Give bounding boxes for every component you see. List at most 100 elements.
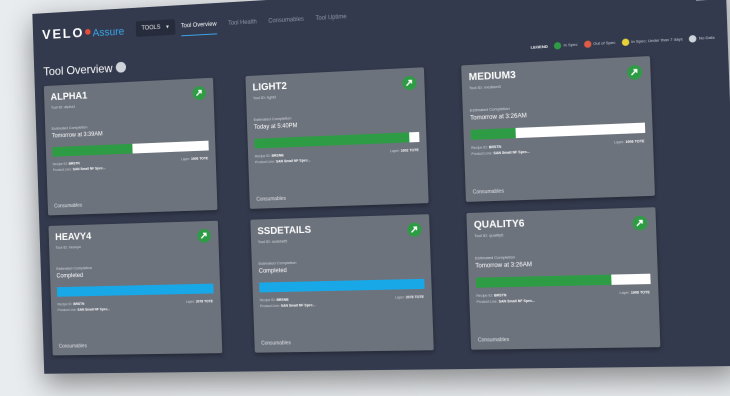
progress-fill: [254, 132, 410, 149]
progress-bar: [259, 278, 425, 293]
tool-card-quality6[interactable]: QUALITY6 Tool ID: quality6 Estimated Com…: [466, 207, 661, 350]
layer-total: Layer: 1906 TOTE: [614, 139, 645, 145]
user-icon[interactable]: [693, 0, 713, 4]
legend-item: In Spec: [553, 41, 578, 50]
recipe-id: Recipe ID: BRSTN: [57, 301, 85, 307]
product-line: Product Line: SAN Small NF Spec...: [259, 303, 316, 309]
consumables-link[interactable]: Consumables: [54, 203, 82, 210]
status-arrow-icon[interactable]: [407, 222, 422, 237]
estimated-completion-label: Estimated Completion: [474, 254, 516, 261]
estimated-completion-value: Completed: [258, 268, 287, 275]
tool-name: QUALITY6: [473, 218, 525, 232]
estimated-completion-value: Tomorrow at 3:39AM: [51, 131, 103, 140]
product-line: Product Line: SAN Small NF Spec...: [52, 166, 106, 173]
brand-dot: [85, 28, 91, 35]
progress-fill: [475, 274, 612, 288]
brand-logo[interactable]: VELO Assure: [42, 22, 125, 42]
layer-total: Layer: 1906 TOTE: [180, 156, 209, 162]
tool-id: Tool ID: quality6: [474, 232, 504, 239]
layer-total: Layer: 1902 TOTE: [389, 148, 419, 154]
product-line: Product Line: SAN Small NF Spec...: [476, 298, 536, 305]
brand-name: VELO: [41, 24, 85, 43]
brand-sub: Assure: [92, 25, 125, 40]
estimated-completion-value: Tomorrow at 3:26AM: [475, 262, 533, 270]
legend-item: Out of Spec: [583, 39, 616, 49]
status-arrow-icon[interactable]: [197, 228, 211, 243]
tools-select[interactable]: TOOLS ▼: [135, 19, 176, 37]
consumables-link[interactable]: Consumables: [473, 188, 504, 195]
consumables-link[interactable]: Consumables: [59, 343, 87, 349]
status-arrow-icon[interactable]: [632, 215, 648, 231]
stage: VELO Assure TOOLS ▼ Tool Overview Tool Hea…: [0, 0, 730, 396]
tool-card-light2[interactable]: LIGHT2 Tool ID: light2 Estimated Complet…: [245, 67, 429, 209]
product-line: Product Line: SAN Small NF Spec...: [57, 307, 111, 313]
estimated-completion-value: Today at 5:40PM: [253, 123, 298, 131]
progress-bar: [475, 273, 651, 288]
tool-name: ALPHA1: [50, 90, 88, 104]
layer-total: Layer: 2078 TOTE: [185, 299, 214, 304]
estimated-completion-value: Completed: [56, 273, 84, 280]
progress-bar: [52, 140, 209, 157]
tab-tool-overview[interactable]: Tool Overview: [180, 16, 217, 37]
tool-card-medium3[interactable]: MEDIUM3 Tool ID: medium3 Estimated Compl…: [461, 56, 655, 202]
warning-dot-icon: [621, 38, 630, 47]
no-data-dot-icon: [689, 34, 697, 43]
chevron-down-icon: ▼: [165, 24, 170, 31]
tool-card-alpha1[interactable]: ALPHA1 Tool ID: alpha1 Estimated Complet…: [43, 77, 218, 216]
consumables-link[interactable]: Consumables: [478, 337, 509, 344]
tool-id: Tool ID: medium3: [469, 83, 501, 91]
layer-total: Layer: 2078 TOTE: [395, 294, 424, 300]
layer-total: Layer: 1906 TOTE: [619, 290, 650, 296]
tab-consumables[interactable]: Consumables: [268, 12, 304, 32]
progress-fill: [52, 143, 133, 157]
progress-bar: [56, 283, 214, 297]
status-arrow-icon[interactable]: [402, 75, 417, 91]
status-arrow-icon[interactable]: [626, 64, 643, 80]
tool-card-heavy4[interactable]: HEAVY4 Tool ID: heavy4 Estimated Complet…: [48, 220, 223, 356]
tool-name: LIGHT2: [252, 80, 288, 94]
tab-tool-health[interactable]: Tool Health: [228, 14, 257, 33]
tool-name: SSDETAILS: [257, 224, 312, 238]
estimated-completion-label: Estimated Completion: [56, 265, 93, 271]
recipe-id: Recipe ID: BRSTN: [52, 161, 80, 167]
legend-title: LEGEND: [530, 43, 548, 50]
tool-id: Tool ID: heavy4: [55, 244, 81, 250]
estimated-completion-label: Estimated Completion: [51, 124, 88, 131]
title-row: Tool Overview: [43, 59, 127, 81]
tab-tool-uptime[interactable]: Tool Uptime: [315, 9, 347, 29]
refresh-icon[interactable]: [115, 61, 127, 73]
page-title: Tool Overview: [43, 61, 113, 79]
status-arrow-icon[interactable]: [192, 85, 207, 101]
top-bar: VELO Assure TOOLS ▼ Tool Overview Tool Hea…: [32, 0, 727, 56]
tool-card-ssdetails[interactable]: SSDETAILS Tool ID: ssdetail5 Estimated C…: [250, 214, 434, 353]
consumables-link[interactable]: Consumables: [261, 340, 291, 346]
in-spec-dot-icon: [553, 42, 562, 50]
estimated-completion-label: Estimated Completion: [258, 259, 297, 266]
estimated-completion-label: Estimated Completion: [253, 115, 292, 123]
out-of-spec-dot-icon: [583, 40, 592, 49]
app-window: VELO Assure TOOLS ▼ Tool Overview Tool Hea…: [32, 0, 730, 374]
estimated-completion-value: Tomorrow at 3:26AM: [470, 113, 527, 122]
tool-name: MEDIUM3: [468, 69, 517, 84]
progress-fill: [259, 278, 425, 293]
tool-name: HEAVY4: [55, 231, 92, 244]
progress-fill: [470, 127, 516, 140]
recipe-id: Recipe ID: BRSNB: [254, 153, 284, 159]
recipe-id: Recipe ID: BRSTN: [471, 144, 502, 151]
tool-id: Tool ID: alpha1: [50, 103, 76, 110]
legend-item: In Spec; Under than 7 days: [621, 36, 683, 47]
estimated-completion-label: Estimated Completion: [469, 105, 510, 113]
progress-fill: [56, 283, 214, 297]
legend-item: No Data: [689, 34, 715, 43]
product-line: Product Line: SAN Small NF Spec...: [471, 149, 531, 157]
consumables-link[interactable]: Consumables: [256, 196, 286, 203]
recipe-id: Recipe ID: BRSNB: [259, 297, 289, 303]
tool-id: Tool ID: ssdetail5: [257, 238, 288, 245]
progress-bar: [470, 122, 646, 140]
recipe-id: Recipe ID: BRSTN: [476, 293, 507, 298]
main-nav: Tool Overview Tool Health Consumables To…: [180, 9, 347, 37]
tools-select-label: TOOLS: [141, 24, 161, 32]
tool-id: Tool ID: light2: [252, 94, 277, 101]
progress-bar: [254, 131, 420, 149]
product-line: Product Line: SAN Small NF Spec...: [255, 158, 311, 165]
